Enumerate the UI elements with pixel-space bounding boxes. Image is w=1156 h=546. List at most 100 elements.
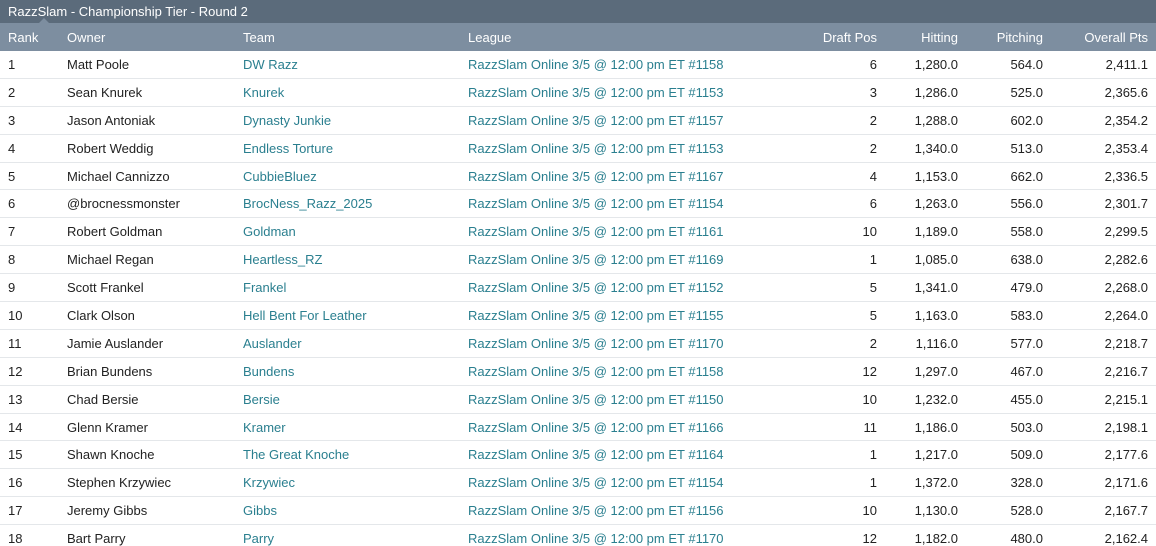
pitching-cell: 513.0 bbox=[1010, 140, 1043, 156]
team-link[interactable]: Bersie bbox=[243, 392, 468, 407]
title-caret-icon bbox=[39, 18, 49, 23]
standings-table-body: 1 Matt Poole DW Razz RazzSlam Online 3/5 @ … bbox=[0, 51, 1156, 546]
league-link[interactable]: RazzSlam Online 3/5 @ 12:00 pm ET #1153 bbox=[468, 85, 768, 100]
overall-pts-cell: 2,268.0 bbox=[1104, 280, 1148, 296]
rank-cell: 16 bbox=[8, 475, 23, 491]
team-link[interactable]: Dynasty Junkie bbox=[243, 113, 468, 128]
league-link[interactable]: RazzSlam Online 3/5 @ 12:00 pm ET #1155 bbox=[468, 308, 768, 323]
overall-pts-cell: 2,264.0 bbox=[1104, 307, 1148, 323]
draft-pos-cell: 5 bbox=[869, 280, 877, 296]
team-link[interactable]: Goldman bbox=[243, 224, 468, 239]
team-link[interactable]: Endless Torture bbox=[243, 141, 468, 156]
table-row: 9 Scott Frankel Frankel RazzSlam Online 3/5… bbox=[0, 274, 1156, 303]
overall-pts-cell: 2,353.4 bbox=[1104, 140, 1148, 156]
team-link[interactable]: DW Razz bbox=[243, 57, 468, 72]
team-link[interactable]: Kramer bbox=[243, 420, 468, 435]
team-link[interactable]: The Great Knoche bbox=[243, 447, 468, 462]
team-link[interactable]: Auslander bbox=[243, 336, 468, 351]
column-header-draft-pos[interactable]: Draft Pos bbox=[768, 30, 877, 45]
team-link[interactable]: BrocNess_Razz_2025 bbox=[243, 196, 468, 211]
pitching-cell: 479.0 bbox=[1010, 280, 1043, 296]
pitching-cell: 467.0 bbox=[1010, 363, 1043, 379]
rank-cell: 1 bbox=[8, 56, 16, 72]
owner-cell: @brocnessmonster bbox=[67, 196, 180, 212]
team-link[interactable]: Frankel bbox=[243, 280, 468, 295]
league-link[interactable]: RazzSlam Online 3/5 @ 12:00 pm ET #1170 bbox=[468, 531, 768, 546]
owner-cell: Jamie Auslander bbox=[67, 335, 164, 351]
league-link[interactable]: RazzSlam Online 3/5 @ 12:00 pm ET #1164 bbox=[468, 447, 768, 462]
league-link[interactable]: RazzSlam Online 3/5 @ 12:00 pm ET #1166 bbox=[468, 420, 768, 435]
league-link[interactable]: RazzSlam Online 3/5 @ 12:00 pm ET #1150 bbox=[468, 392, 768, 407]
pitching-cell: 564.0 bbox=[1010, 56, 1043, 72]
table-row: 12 Brian Bundens Bundens RazzSlam Online 3/… bbox=[0, 357, 1156, 386]
league-link[interactable]: RazzSlam Online 3/5 @ 12:00 pm ET #1156 bbox=[468, 503, 768, 518]
overall-pts-cell: 2,354.2 bbox=[1104, 112, 1148, 128]
league-link[interactable]: RazzSlam Online 3/5 @ 12:00 pm ET #1169 bbox=[468, 252, 768, 267]
owner-cell: Bart Parry bbox=[67, 531, 126, 546]
owner-cell: Michael Regan bbox=[67, 252, 154, 268]
table-row: 2 Sean Knurek Knurek RazzSlam Online 3/5 @ … bbox=[0, 78, 1156, 107]
draft-pos-cell: 5 bbox=[869, 307, 877, 323]
rank-cell: 17 bbox=[8, 503, 23, 519]
table-row: 11 Jamie Auslander Auslander RazzSlam Onlin… bbox=[0, 329, 1156, 358]
team-link[interactable]: Hell Bent For Leather bbox=[243, 308, 468, 323]
league-link[interactable]: RazzSlam Online 3/5 @ 12:00 pm ET #1157 bbox=[468, 113, 768, 128]
column-header-rank[interactable]: Rank bbox=[0, 30, 67, 45]
rank-cell: 14 bbox=[8, 419, 23, 435]
team-link[interactable]: Gibbs bbox=[243, 503, 468, 518]
column-header-team[interactable]: Team bbox=[243, 30, 468, 45]
pitching-cell: 503.0 bbox=[1010, 419, 1043, 435]
league-link[interactable]: RazzSlam Online 3/5 @ 12:00 pm ET #1158 bbox=[468, 364, 768, 379]
column-header-overall-pts[interactable]: Overall Pts bbox=[1043, 30, 1148, 45]
hitting-cell: 1,153.0 bbox=[914, 168, 958, 184]
team-link[interactable]: Bundens bbox=[243, 364, 468, 379]
overall-pts-cell: 2,215.1 bbox=[1104, 391, 1148, 407]
column-header-hitting[interactable]: Hitting bbox=[877, 30, 958, 45]
table-row: 3 Jason Antoniak Dynasty Junkie RazzSlam On… bbox=[0, 106, 1156, 135]
league-link[interactable]: RazzSlam Online 3/5 @ 12:00 pm ET #1154 bbox=[468, 475, 768, 490]
league-link[interactable]: RazzSlam Online 3/5 @ 12:00 pm ET #1170 bbox=[468, 336, 768, 351]
league-link[interactable]: RazzSlam Online 3/5 @ 12:00 pm ET #1153 bbox=[468, 141, 768, 156]
league-link[interactable]: RazzSlam Online 3/5 @ 12:00 pm ET #1167 bbox=[468, 169, 768, 184]
team-link[interactable]: CubbieBluez bbox=[243, 169, 468, 184]
pitching-cell: 662.0 bbox=[1010, 168, 1043, 184]
pitching-cell: 480.0 bbox=[1010, 531, 1043, 546]
owner-cell: Brian Bundens bbox=[67, 363, 153, 379]
draft-pos-cell: 10 bbox=[862, 391, 877, 407]
overall-pts-cell: 2,301.7 bbox=[1104, 196, 1148, 212]
overall-pts-cell: 2,167.7 bbox=[1104, 503, 1148, 519]
team-link[interactable]: Parry bbox=[243, 531, 468, 546]
owner-cell: Matt Poole bbox=[67, 56, 130, 72]
draft-pos-cell: 10 bbox=[862, 224, 877, 240]
pitching-cell: 528.0 bbox=[1010, 503, 1043, 519]
column-header-pitching[interactable]: Pitching bbox=[958, 30, 1043, 45]
pitching-cell: 638.0 bbox=[1010, 252, 1043, 268]
overall-pts-cell: 2,177.6 bbox=[1104, 447, 1148, 463]
team-link[interactable]: Heartless_RZ bbox=[243, 252, 468, 267]
draft-pos-cell: 2 bbox=[869, 140, 877, 156]
table-header: Rank Owner Team League Draft Pos Hitting… bbox=[0, 23, 1156, 51]
hitting-cell: 1,130.0 bbox=[914, 503, 958, 519]
draft-pos-cell: 6 bbox=[869, 56, 877, 72]
league-link[interactable]: RazzSlam Online 3/5 @ 12:00 pm ET #1154 bbox=[468, 196, 768, 211]
pitching-cell: 556.0 bbox=[1010, 196, 1043, 212]
rank-cell: 6 bbox=[8, 196, 16, 212]
pitching-cell: 525.0 bbox=[1010, 84, 1043, 100]
team-link[interactable]: Krzywiec bbox=[243, 475, 468, 490]
league-link[interactable]: RazzSlam Online 3/5 @ 12:00 pm ET #1152 bbox=[468, 280, 768, 295]
league-link[interactable]: RazzSlam Online 3/5 @ 12:00 pm ET #1161 bbox=[468, 224, 768, 239]
draft-pos-cell: 6 bbox=[869, 196, 877, 212]
column-header-league[interactable]: League bbox=[468, 30, 768, 45]
overall-pts-cell: 2,171.6 bbox=[1104, 475, 1148, 491]
hitting-cell: 1,372.0 bbox=[914, 475, 958, 491]
league-link[interactable]: RazzSlam Online 3/5 @ 12:00 pm ET #1158 bbox=[468, 57, 768, 72]
draft-pos-cell: 2 bbox=[869, 335, 877, 351]
pitching-cell: 602.0 bbox=[1010, 112, 1043, 128]
overall-pts-cell: 2,365.6 bbox=[1104, 84, 1148, 100]
page-title: RazzSlam - Championship Tier - Round 2 bbox=[8, 4, 248, 19]
overall-pts-cell: 2,282.6 bbox=[1104, 252, 1148, 268]
team-link[interactable]: Knurek bbox=[243, 85, 468, 100]
column-header-owner[interactable]: Owner bbox=[67, 30, 243, 45]
rank-cell: 11 bbox=[8, 335, 22, 351]
hitting-cell: 1,280.0 bbox=[914, 56, 958, 72]
